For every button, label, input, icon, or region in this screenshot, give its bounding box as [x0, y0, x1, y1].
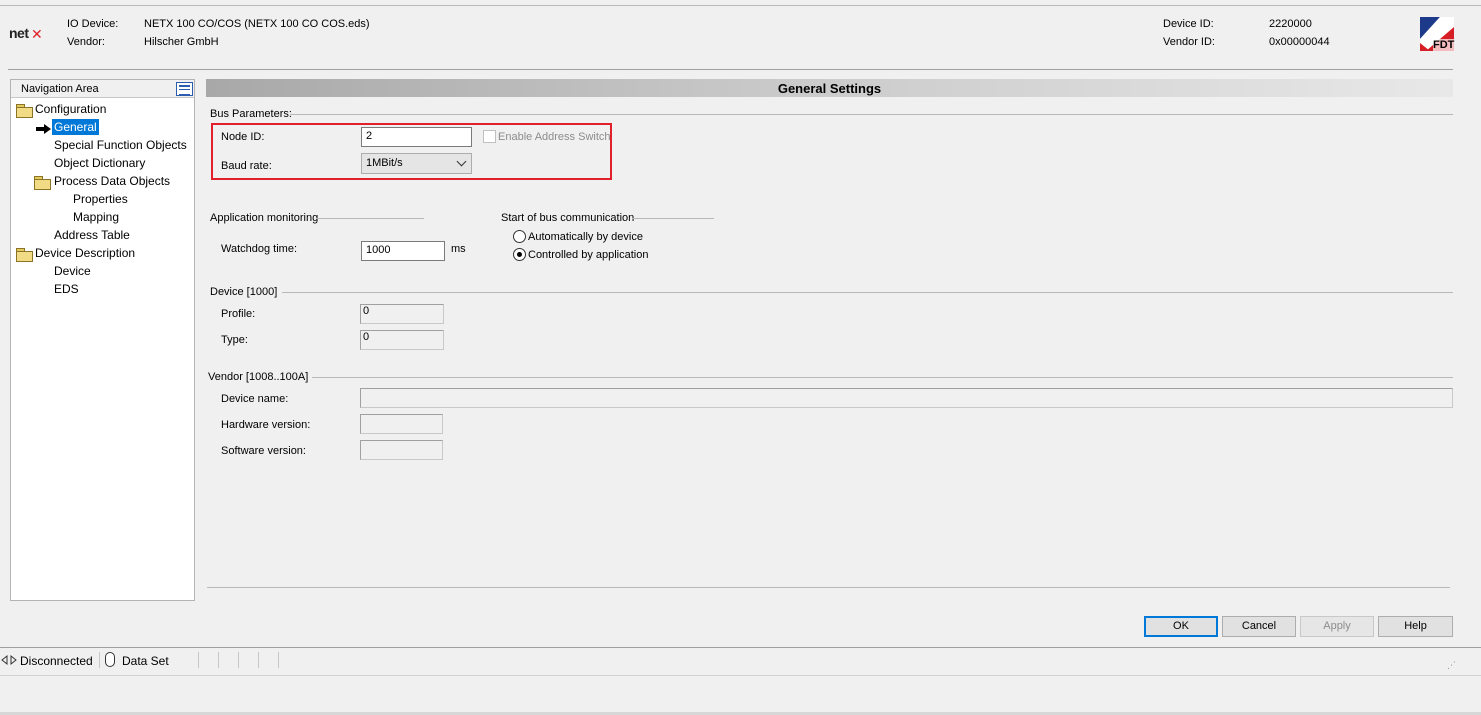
status-separator — [258, 652, 259, 668]
netx-logo-text: net — [9, 25, 29, 41]
application-monitoring-divider — [316, 218, 424, 219]
nav-item-configuration[interactable]: Configuration — [35, 101, 106, 117]
bus-parameters-group-label: Bus Parameters: — [210, 108, 292, 120]
vendor-label: Vendor: — [67, 36, 105, 48]
status-separator — [218, 652, 219, 668]
nav-item-special-function-objects[interactable]: Special Function Objects — [54, 137, 187, 153]
nav-item-device-description[interactable]: Device Description — [35, 245, 135, 261]
device-id-value: 2220000 — [1269, 18, 1312, 30]
device-divider — [282, 292, 1453, 293]
enable-address-switch-label: Enable Address Switch — [498, 131, 611, 143]
vendor-id-value: 0x00000044 — [1269, 36, 1330, 48]
content-bottom-divider — [207, 587, 1450, 588]
vendor-id-label: Vendor ID: — [1163, 36, 1215, 48]
profile-label: Profile: — [221, 308, 256, 320]
page-title: General Settings — [777, 81, 882, 96]
bottom-divider — [0, 675, 1481, 676]
navigation-header: Navigation Area — [11, 80, 194, 98]
nav-item-process-data-objects[interactable]: Process Data Objects — [54, 173, 170, 189]
enable-address-switch-checkbox[interactable] — [483, 130, 496, 143]
watchdog-time-input[interactable]: 1000 — [361, 241, 445, 261]
dataset-status: Data Set — [122, 654, 169, 668]
apply-button[interactable]: Apply — [1300, 616, 1374, 637]
nav-item-eds[interactable]: EDS — [54, 281, 79, 297]
io-device-value: NETX 100 CO/COS (NETX 100 CO COS.eds) — [144, 18, 370, 30]
help-button[interactable]: Help — [1378, 616, 1453, 637]
status-separator — [99, 652, 100, 668]
disconnected-icon — [1, 653, 17, 667]
baud-rate-value: 1MBit/s — [366, 157, 403, 169]
page-title-bar: General Settings — [206, 79, 1453, 97]
top-strip — [0, 0, 1481, 6]
folder-icon — [16, 248, 33, 262]
software-version-label: Software version: — [221, 445, 306, 457]
radio-automatically-by-device-label[interactable]: Automatically by device — [528, 231, 643, 243]
software-version-field — [360, 440, 443, 460]
folder-icon — [34, 176, 51, 190]
status-separator — [278, 652, 279, 668]
bus-parameters-divider — [290, 114, 1453, 115]
header-divider — [8, 69, 1453, 70]
navigation-area: Navigation Area Configuration General Sp… — [10, 79, 195, 601]
nav-item-device[interactable]: Device — [54, 263, 91, 279]
nav-item-object-dictionary[interactable]: Object Dictionary — [54, 155, 145, 171]
bus-communication-divider — [632, 218, 714, 219]
resize-grip-icon[interactable]: ⋰ — [1447, 660, 1456, 671]
cancel-button[interactable]: Cancel — [1222, 616, 1296, 637]
dataset-icon — [105, 652, 115, 667]
vendor-divider — [312, 377, 1453, 378]
nav-item-mapping[interactable]: Mapping — [73, 209, 119, 225]
netx-logo: net ✕ — [9, 25, 43, 43]
watchdog-unit: ms — [451, 243, 466, 255]
navigation-title: Navigation Area — [21, 83, 99, 95]
watchdog-time-label: Watchdog time: — [221, 243, 298, 255]
nav-item-general[interactable]: General — [52, 119, 99, 135]
radio-automatically-by-device[interactable] — [513, 230, 526, 243]
connection-status: Disconnected — [20, 654, 93, 668]
profile-field: 0 — [360, 304, 444, 324]
ok-button[interactable]: OK — [1144, 616, 1218, 637]
vendor-group-label: Vendor [1008..100A] — [208, 371, 309, 383]
vendor-value: Hilscher GmbH — [144, 36, 219, 48]
node-id-label: Node ID: — [221, 131, 265, 143]
radio-controlled-by-application-label[interactable]: Controlled by application — [528, 249, 648, 261]
device-group-label: Device [1000] — [210, 286, 278, 298]
radio-controlled-by-application[interactable] — [513, 248, 526, 261]
chevron-down-icon — [456, 156, 467, 167]
io-device-label: IO Device: — [67, 18, 119, 30]
navigation-toggle-icon[interactable] — [176, 82, 193, 96]
arrow-right-icon — [36, 124, 52, 134]
folder-icon — [16, 104, 33, 118]
device-name-label: Device name: — [221, 393, 289, 405]
fdt-logo-text: FDT — [1433, 39, 1455, 51]
bus-communication-group-label: Start of bus communication — [501, 212, 635, 224]
status-separator — [198, 652, 199, 668]
fdt-logo: FDT — [1420, 17, 1455, 51]
hardware-version-label: Hardware version: — [221, 419, 311, 431]
status-separator — [238, 652, 239, 668]
hardware-version-field — [360, 414, 443, 434]
type-field: 0 — [360, 330, 444, 350]
device-id-label: Device ID: — [1163, 18, 1214, 30]
application-monitoring-group-label: Application monitoring — [210, 212, 319, 224]
node-id-input[interactable]: 2 — [361, 127, 472, 147]
type-label: Type: — [221, 334, 248, 346]
status-bar: Disconnected Data Set ⋰ — [0, 647, 1481, 675]
device-header: net ✕ IO Device: NETX 100 CO/COS (NETX 1… — [0, 7, 1481, 71]
nav-item-address-table[interactable]: Address Table — [54, 227, 130, 243]
netx-logo-x-icon: ✕ — [31, 26, 43, 42]
nav-item-properties[interactable]: Properties — [73, 191, 128, 207]
baud-rate-label: Baud rate: — [221, 160, 272, 172]
device-name-field — [360, 388, 1453, 408]
baud-rate-select[interactable]: 1MBit/s — [361, 153, 472, 174]
